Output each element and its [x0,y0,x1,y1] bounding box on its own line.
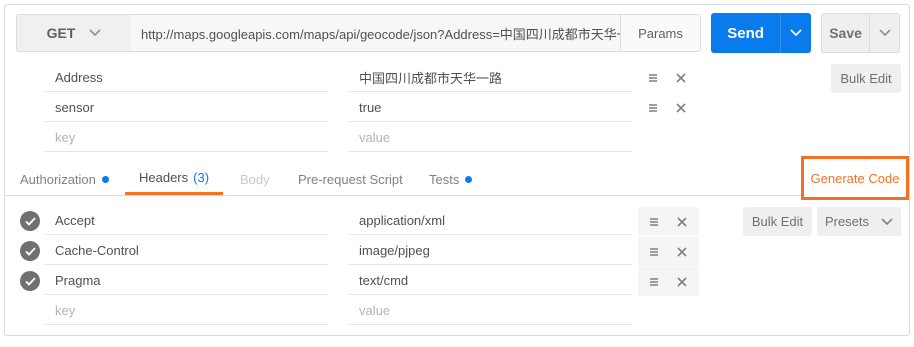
header-value-placeholder[interactable]: value [349,297,632,325]
header-value-input[interactable]: application/xml [349,207,632,235]
check-icon [24,246,36,256]
save-button[interactable]: Save [821,13,900,53]
tab-authorization-label: Authorization [20,171,96,187]
header-key-input[interactable]: Cache-Control [45,237,328,265]
method-label: GET [46,25,76,41]
save-label: Save [829,25,862,41]
headers-bulk-edit-button[interactable]: Bulk Edit [743,207,812,236]
chevron-down-icon [881,217,893,225]
chevron-down-icon [878,29,891,37]
presets-dropdown[interactable]: Presets [817,207,901,236]
tab-divider [5,195,909,196]
send-dropdown[interactable] [780,13,811,53]
header-key-input[interactable]: Accept [45,207,328,235]
status-dot-icon [101,175,109,183]
header-row-actions [638,267,699,296]
bulk-edit-label: Bulk Edit [840,71,892,86]
param-key-input[interactable]: Address [45,64,328,92]
param-row-actions [648,64,686,92]
params-label: Params [638,25,683,41]
drag-handle-icon[interactable] [649,217,659,227]
header-row-actions [638,237,699,266]
generate-code-label: Generate Code [810,170,900,186]
param-value-placeholder[interactable]: value [349,124,632,152]
tab-body-label: Body [240,171,270,187]
url-text: http://maps.googleapis.com/maps/api/geoc… [141,26,621,42]
header-value-input[interactable]: text/cmd [349,267,632,295]
drag-handle-icon[interactable] [649,277,659,287]
tab-headers-label: Headers [139,170,189,185]
header-value-input[interactable]: image/pjpeg [349,237,632,265]
tab-authorization[interactable]: Authorization [20,163,109,195]
tab-tests[interactable]: Tests [429,163,473,195]
param-value-input[interactable]: true [349,94,632,122]
header-enabled-checkbox[interactable] [20,271,40,291]
header-key-input[interactable]: Pragma [45,267,328,295]
header-enabled-checkbox[interactable] [20,211,40,231]
tab-prerequest-script[interactable]: Pre-request Script [298,163,403,195]
save-dropdown[interactable] [869,14,899,52]
check-icon [24,216,36,226]
drag-handle-icon[interactable] [648,103,658,113]
bulk-edit-label: Bulk Edit [751,214,804,229]
param-value-input[interactable]: 中国四川成都市天华一路 [349,64,632,92]
tab-headers[interactable]: Headers (3) [125,163,224,195]
send-label: Send [727,24,764,42]
presets-label: Presets [824,214,870,229]
header-row-actions [638,207,699,236]
chevron-down-icon [790,29,802,37]
headers-count-badge: (3) [193,170,210,185]
generate-code-link[interactable]: Generate Code [801,156,909,200]
header-enabled-checkbox[interactable] [20,241,40,261]
close-icon[interactable] [676,73,686,83]
params-button[interactable]: Params [620,14,701,52]
close-icon[interactable] [677,276,687,287]
tab-tests-label: Tests [429,171,460,187]
drag-handle-icon[interactable] [648,73,658,83]
param-key-input[interactable]: sensor [45,94,328,122]
param-key-placeholder[interactable]: key [45,124,328,152]
send-button[interactable]: Send [711,13,811,53]
param-row-actions [648,94,686,122]
check-icon [24,276,36,286]
close-icon[interactable] [677,216,687,227]
close-icon[interactable] [676,103,686,113]
status-dot-icon [465,175,473,183]
method-select[interactable]: GET [16,14,132,52]
params-bulk-edit-button[interactable]: Bulk Edit [831,64,901,93]
url-input[interactable]: http://maps.googleapis.com/maps/api/geoc… [131,14,621,52]
chevron-down-icon [89,29,101,37]
tab-body[interactable]: Body [240,163,270,195]
close-icon[interactable] [677,246,687,257]
tab-prerequest-label: Pre-request Script [298,171,403,187]
drag-handle-icon[interactable] [649,247,659,257]
header-key-placeholder[interactable]: key [45,297,328,325]
